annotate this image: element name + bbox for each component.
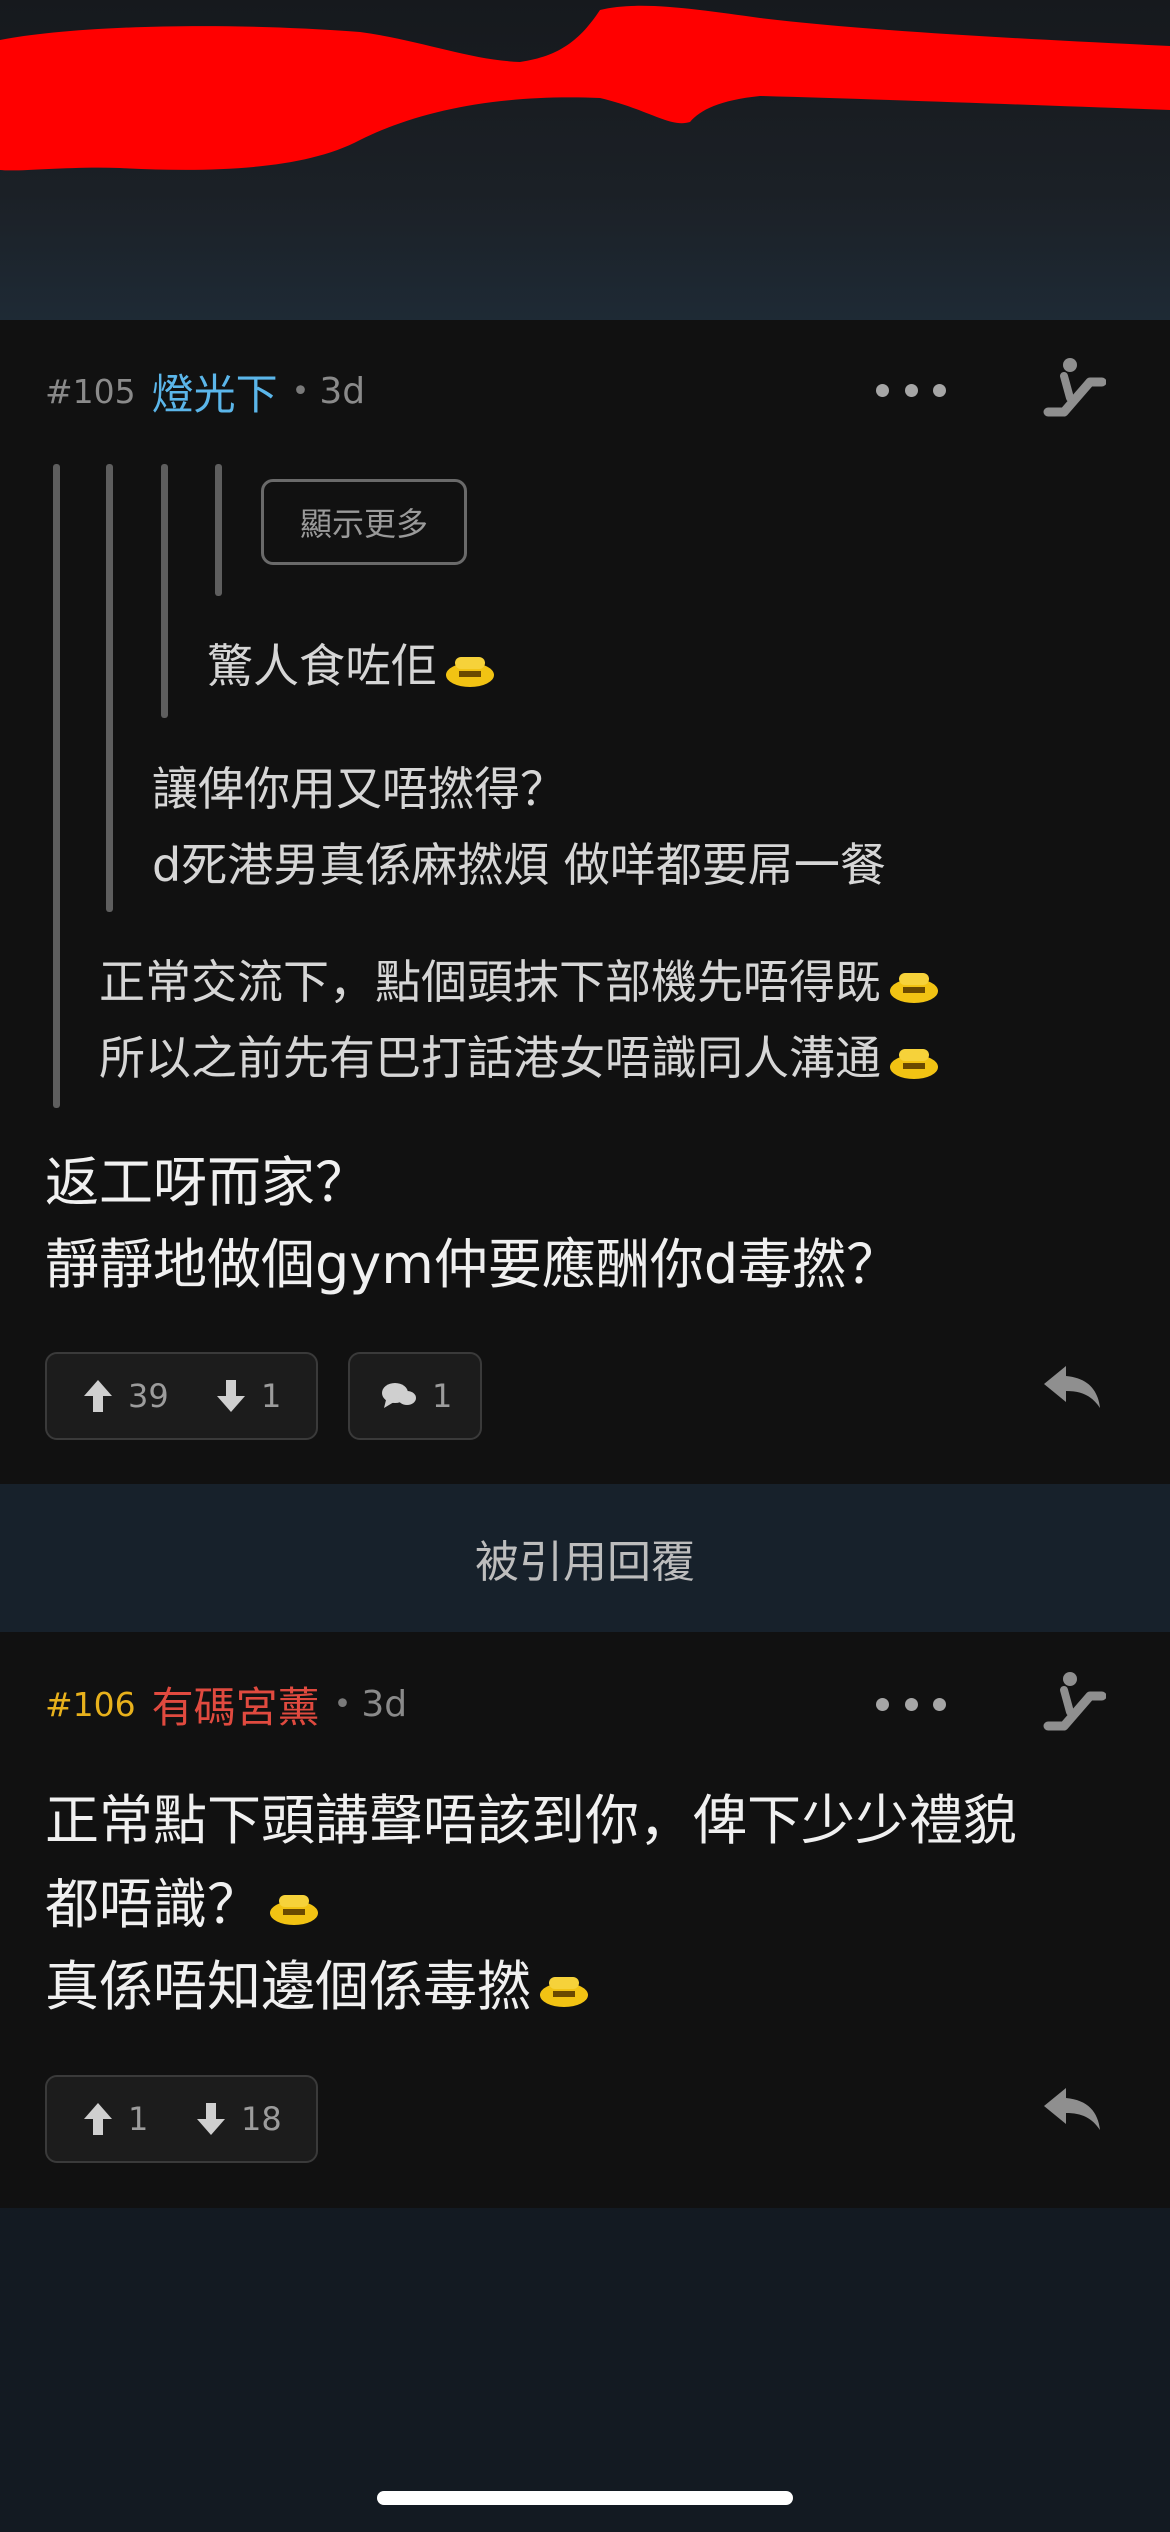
ellipsis-icon[interactable] [876, 370, 946, 410]
comment-item: 1 [380, 1354, 452, 1438]
separator-dot: • [291, 373, 310, 409]
post-body-line3: 真係唔知邊個係毒撚 [45, 1948, 593, 2026]
vote-box: 39 1 [45, 1352, 318, 1440]
post-body-line1: 返工呀而家？ [45, 1151, 369, 1214]
post-header: #106 有碼宮薰 • 3d [45, 1674, 407, 1734]
home-indicator[interactable] [377, 2491, 793, 2505]
separator-dot: • [333, 1686, 352, 1722]
show-more-button[interactable]: 顯示更多 [261, 479, 467, 565]
quoted-replies-button[interactable]: 被引用回覆 [0, 1484, 1170, 1632]
escalator-icon[interactable] [1040, 356, 1106, 422]
arrow-up-icon [84, 2103, 112, 2135]
comment-count: 1 [432, 1377, 453, 1415]
post-header: #105 燈光下 • 3d [45, 361, 365, 421]
quote-level3-line2: d死港男真係麻撚煩 做咩都要屌一餐 [152, 838, 886, 892]
username[interactable]: 有碼宮薰 [152, 1674, 320, 1735]
upvote-count: 39 [128, 1377, 169, 1415]
emoji-icon [446, 656, 494, 687]
downvote-count: 1 [261, 1377, 282, 1415]
downvote-count: 18 [241, 2100, 282, 2138]
arrow-down-icon [197, 2103, 225, 2135]
post-number: #105 [45, 371, 136, 411]
emoji-icon [890, 972, 938, 1003]
post-time: 3d [319, 370, 366, 412]
comment-icon [382, 1383, 416, 1408]
reply-icon[interactable] [1042, 1362, 1102, 1412]
upvote-button[interactable]: 1 [82, 2077, 148, 2161]
username[interactable]: 燈光下 [152, 361, 278, 422]
reply-icon[interactable] [1042, 2084, 1102, 2134]
upvote-count: 1 [128, 2100, 149, 2138]
emoji-icon [890, 1048, 938, 1079]
quote-bar-level3 [161, 464, 168, 718]
redaction-scribble [0, 5, 1170, 171]
arrow-down-icon [217, 1380, 245, 1412]
comment-button[interactable]: 1 [348, 1352, 482, 1440]
quote-level2-line2: 所以之前先有巴打話港女唔識同人溝通 [99, 1020, 943, 1096]
ellipsis-icon[interactable] [876, 1684, 946, 1724]
post-body-line1: 正常點下頭講聲唔該到你，俾下少少禮貌 [45, 1789, 1017, 1852]
arrow-up-icon [84, 1380, 112, 1412]
quote-level4-text: 驚人食咗佢 [207, 628, 499, 704]
downvote-button[interactable]: 1 [215, 1354, 281, 1438]
downvote-button[interactable]: 18 [195, 2077, 282, 2161]
top-redacted-area [0, 0, 1170, 320]
post-body-line2: 靜靜地做個gym仲要應酬你d毒撚？ [45, 1233, 901, 1296]
quote-bar-level2 [106, 464, 113, 912]
quote-level3-line1: 讓俾你用又唔撚得？ [152, 762, 566, 816]
emoji-icon [270, 1895, 318, 1926]
vote-box: 1 18 [45, 2075, 318, 2163]
post-number: #106 [45, 1684, 136, 1724]
quote-bar-level1 [53, 464, 60, 1108]
post-time: 3d [361, 1683, 408, 1725]
post-body-line2: 都唔識？ [45, 1866, 323, 1944]
upvote-button[interactable]: 39 [82, 1354, 169, 1438]
emoji-icon [540, 1977, 588, 2008]
escalator-icon[interactable] [1040, 1670, 1106, 1736]
quote-bar-level4 [215, 464, 222, 596]
quote-level2-line1: 正常交流下，點個頭抹下部機先唔得既 [99, 944, 943, 1020]
